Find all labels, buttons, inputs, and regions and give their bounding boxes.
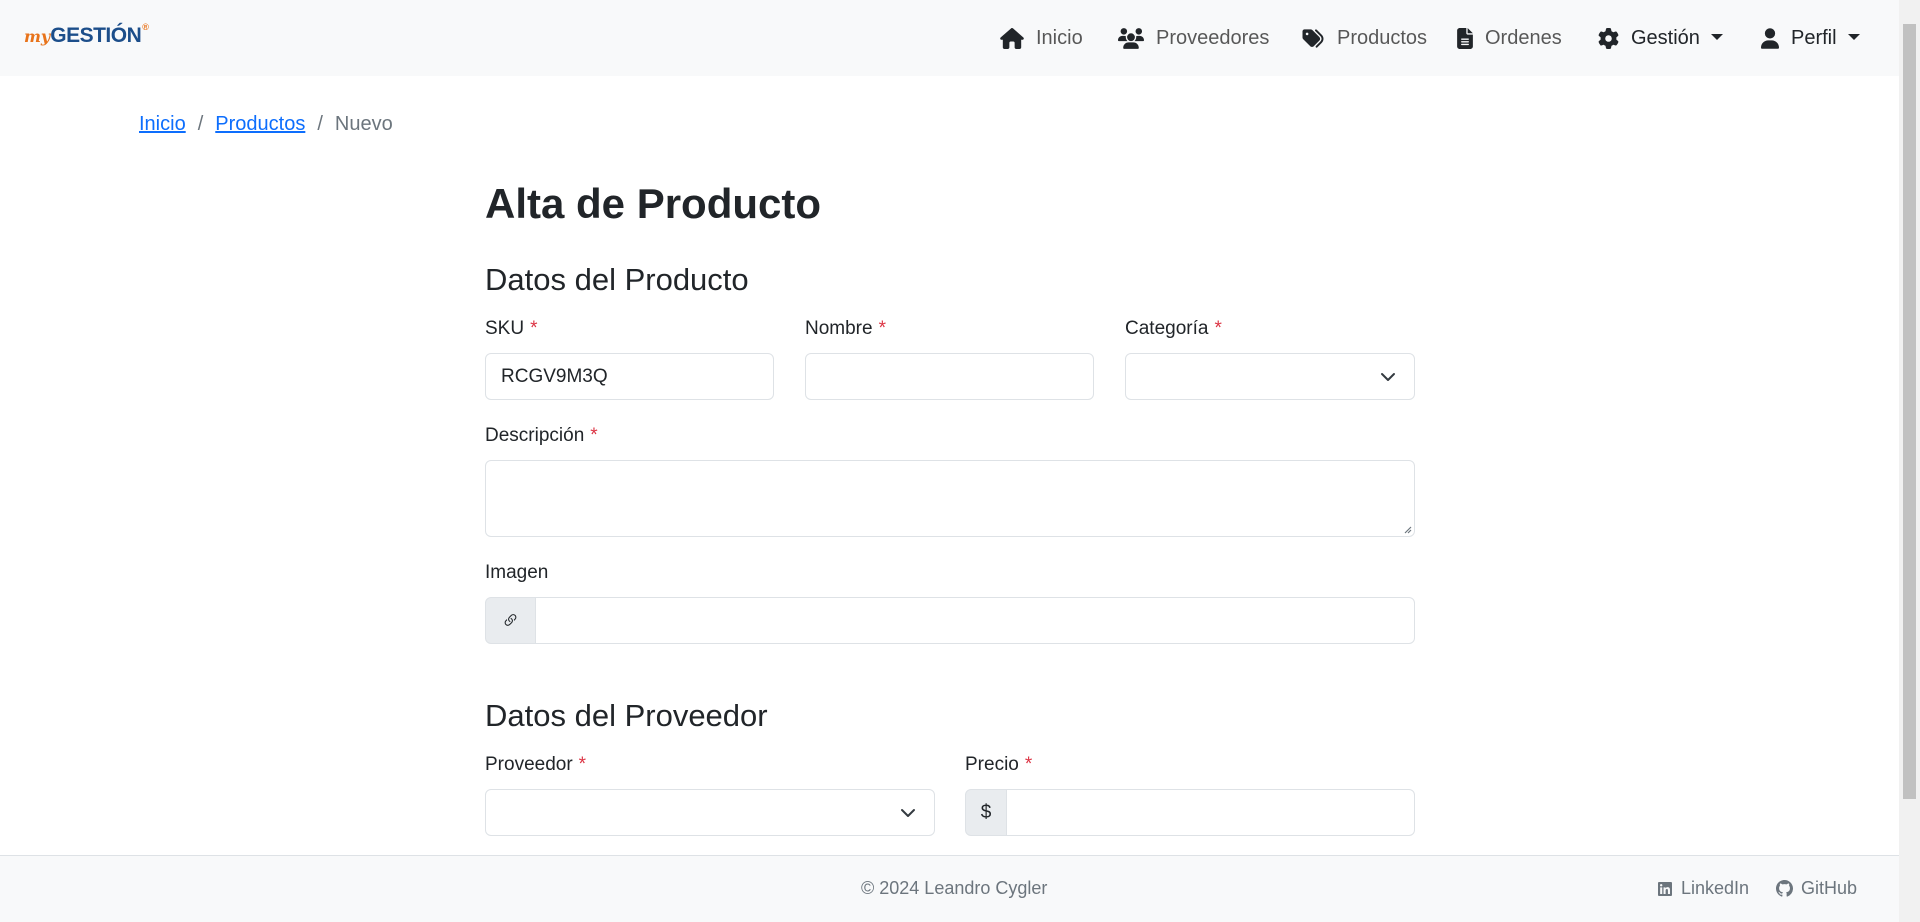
nav-label-gestion: Gestión bbox=[1631, 26, 1700, 49]
required-mark: * bbox=[1214, 318, 1222, 339]
required-mark: * bbox=[878, 318, 886, 339]
footer-link-github[interactable]: GitHub bbox=[1776, 878, 1857, 899]
footer-github-label: GitHub bbox=[1801, 878, 1858, 898]
nav-item-productos[interactable]: Productos bbox=[1301, 22, 1427, 54]
home-icon bbox=[1000, 27, 1024, 49]
linkedin-icon bbox=[1658, 881, 1672, 896]
page-scrollbar[interactable] bbox=[1899, 0, 1920, 922]
chevron-down-icon bbox=[1381, 372, 1395, 381]
nav-item-ordenes[interactable]: Ordenes bbox=[1457, 22, 1562, 54]
nav-label-ordenes: Ordenes bbox=[1485, 26, 1562, 49]
tags-icon bbox=[1302, 28, 1324, 48]
breadcrumb: Inicio / Productos / Nuevo bbox=[139, 113, 393, 136]
breadcrumb-separator: / bbox=[317, 113, 323, 135]
nombre-input[interactable] bbox=[805, 353, 1094, 400]
nombre-label: Nombre * bbox=[805, 318, 886, 340]
precio-label-text: Precio bbox=[965, 754, 1019, 775]
descripcion-label: Descripción * bbox=[485, 425, 598, 447]
footer-linkedin-label: LinkedIn bbox=[1681, 878, 1750, 898]
precio-input[interactable] bbox=[1006, 789, 1415, 836]
precio-label: Precio * bbox=[965, 754, 1032, 776]
footer-link-linkedin[interactable]: LinkedIn bbox=[1657, 878, 1749, 899]
scrollbar-thumb[interactable] bbox=[1903, 24, 1916, 799]
chevron-down-icon bbox=[1847, 34, 1860, 40]
footer-copyright: © 2024 Leandro Cygler bbox=[861, 878, 1048, 898]
brand-logo-name: GESTIÓN bbox=[50, 24, 142, 47]
nav-label-inicio: Inicio bbox=[1036, 26, 1083, 49]
footer: © 2024 Leandro Cygler LinkedIn GitHub bbox=[0, 855, 1899, 922]
brand-logo-my: my bbox=[24, 27, 51, 46]
top-navbar: my GESTIÓN ® Inicio Proveedores Producto… bbox=[0, 0, 1899, 76]
users-icon bbox=[1118, 27, 1144, 49]
imagen-input[interactable] bbox=[535, 597, 1415, 644]
proveedor-label: Proveedor * bbox=[485, 754, 586, 776]
proveedor-select[interactable] bbox=[485, 789, 935, 836]
chevron-down-icon bbox=[1710, 34, 1723, 40]
breadcrumb-link-inicio[interactable]: Inicio bbox=[139, 113, 186, 136]
chevron-down-icon bbox=[901, 808, 915, 817]
brand-logo[interactable]: my GESTIÓN ® bbox=[24, 22, 149, 54]
proveedor-label-text: Proveedor bbox=[485, 754, 573, 775]
file-icon bbox=[1457, 27, 1473, 49]
categoria-select[interactable] bbox=[1125, 353, 1415, 400]
nombre-label-text: Nombre bbox=[805, 318, 873, 339]
user-icon bbox=[1761, 27, 1779, 49]
sku-input-value: RCGV9M3Q bbox=[501, 365, 608, 387]
nav-label-productos: Productos bbox=[1337, 26, 1428, 49]
sku-label-text: SKU bbox=[485, 318, 525, 339]
link-icon bbox=[504, 614, 517, 626]
resize-handle-icon[interactable] bbox=[1402, 524, 1412, 534]
breadcrumb-link-productos[interactable]: Productos bbox=[215, 113, 305, 136]
sku-label: SKU * bbox=[485, 318, 537, 340]
descripcion-textarea[interactable] bbox=[485, 460, 1415, 537]
nav-dropdown-perfil[interactable]: Perfil bbox=[1761, 22, 1860, 54]
page-title: Alta de Producto bbox=[485, 180, 822, 227]
required-mark: * bbox=[530, 318, 538, 339]
required-mark: * bbox=[590, 425, 598, 446]
nav-label-perfil: Perfil bbox=[1791, 26, 1837, 49]
section-title-product: Datos del Producto bbox=[485, 262, 749, 297]
required-mark: * bbox=[1024, 754, 1033, 775]
github-icon bbox=[1776, 880, 1793, 897]
breadcrumb-current: Nuevo bbox=[334, 113, 393, 135]
section-title-supplier: Datos del Proveedor bbox=[485, 698, 768, 733]
imagen-label: Imagen bbox=[485, 562, 549, 583]
nav-item-inicio[interactable]: Inicio bbox=[1000, 22, 1083, 54]
nav-item-proveedores[interactable]: Proveedores bbox=[1118, 22, 1269, 54]
nav-dropdown-gestion[interactable]: Gestión bbox=[1598, 22, 1723, 54]
brand-logo-mark: ® bbox=[142, 22, 149, 32]
categoria-label: Categoría * bbox=[1125, 318, 1222, 340]
breadcrumb-separator: / bbox=[197, 113, 204, 135]
descripcion-label-text: Descripción bbox=[485, 425, 585, 446]
required-mark: * bbox=[578, 754, 587, 775]
nav-label-proveedores: Proveedores bbox=[1156, 26, 1270, 49]
gear-icon bbox=[1598, 27, 1619, 49]
imagen-addon bbox=[485, 597, 536, 644]
precio-prefix: $ bbox=[965, 789, 1007, 836]
categoria-label-text: Categoría bbox=[1125, 318, 1209, 339]
sku-input[interactable]: RCGV9M3Q bbox=[485, 353, 774, 400]
